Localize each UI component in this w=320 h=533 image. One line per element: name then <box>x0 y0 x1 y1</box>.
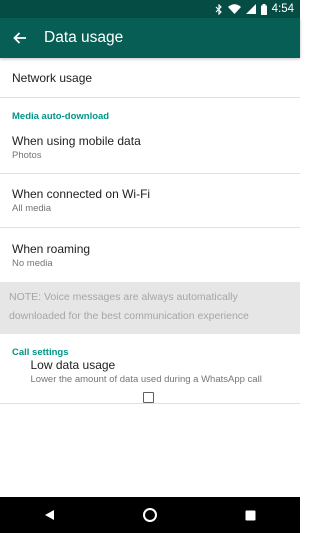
nav-back-icon[interactable] <box>35 500 65 530</box>
navigation-bar <box>0 497 300 533</box>
wifi-title: When connected on Wi-Fi <box>12 187 151 201</box>
voice-note: NOTE: Voice messages are always automati… <box>0 282 300 334</box>
battery-icon <box>260 3 267 15</box>
low-data-usage-title: Low data usage <box>30 358 116 372</box>
mobile-data-summary: Photos <box>12 150 42 161</box>
wifi-item[interactable]: When connected on Wi-Fi All media <box>0 174 300 228</box>
low-data-usage-text: Low data usage Lower the amount of data … <box>31 358 266 385</box>
page-title: Data usage <box>44 29 124 46</box>
call-settings-label: Call settings <box>12 347 69 358</box>
status-time: 4:54 <box>271 3 294 15</box>
roaming-title: When roaming <box>12 241 91 256</box>
settings-list: Network usage Media auto-download When u… <box>0 58 300 404</box>
roaming-summary: No media <box>12 257 53 269</box>
low-data-usage-checkbox[interactable] <box>142 392 154 403</box>
app-bar: Data usage <box>0 18 300 58</box>
media-auto-download-label: Media auto-download <box>12 111 110 122</box>
wifi-icon <box>227 4 241 14</box>
low-data-usage-item[interactable]: Low data usage Lower the amount of data … <box>0 358 300 404</box>
nav-home-icon[interactable] <box>135 500 165 530</box>
mobile-data-item[interactable]: When using mobile data Photos <box>0 122 300 174</box>
nav-recents-icon[interactable] <box>235 500 265 530</box>
roaming-item[interactable]: When roaming No media <box>0 228 300 282</box>
media-auto-download-header: Media auto-download <box>0 98 300 122</box>
mobile-data-title: When using mobile data <box>12 134 141 148</box>
network-usage-title: Network usage <box>12 70 93 85</box>
call-settings-header: Call settings <box>0 334 300 358</box>
network-usage-item[interactable]: Network usage <box>0 58 300 98</box>
wifi-summary: All media <box>12 203 52 214</box>
low-data-usage-summary: Lower the amount of data used during a W… <box>30 374 262 385</box>
back-arrow-icon[interactable] <box>0 18 40 58</box>
bluetooth-icon <box>215 3 223 15</box>
cellular-signal-icon <box>245 4 256 14</box>
status-bar: 4:54 <box>0 0 300 18</box>
